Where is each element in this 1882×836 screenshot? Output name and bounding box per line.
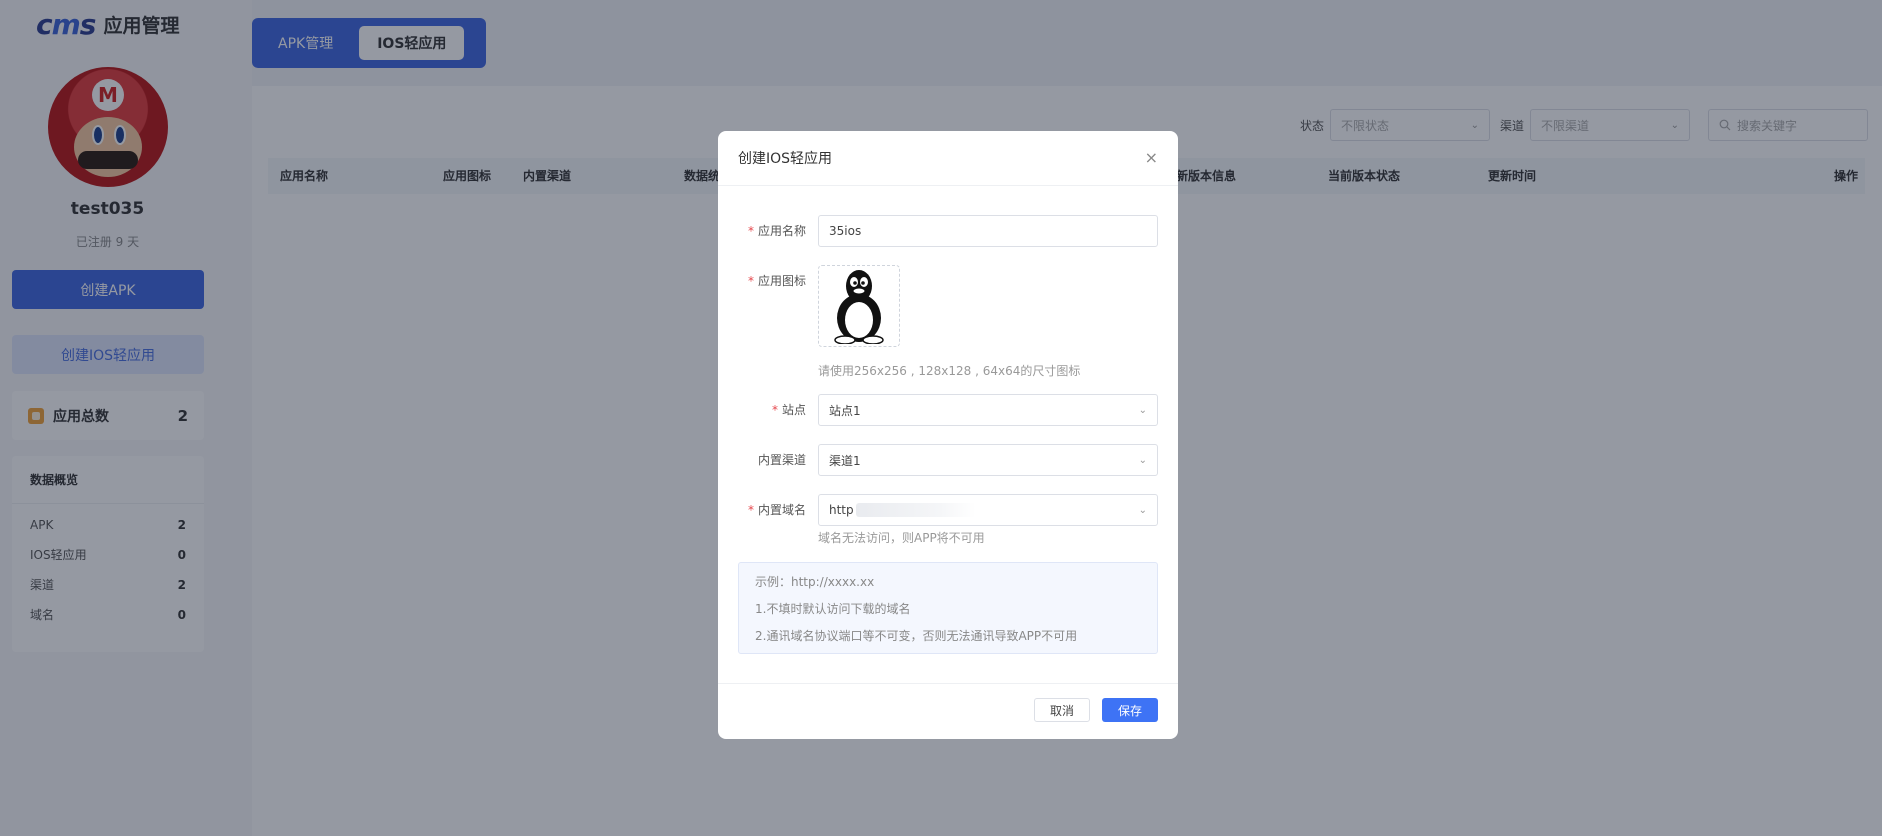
- domain-select[interactable]: http ⌄: [818, 494, 1158, 526]
- close-icon[interactable]: ×: [1145, 150, 1158, 166]
- site-value: 站点1: [829, 403, 861, 418]
- save-button[interactable]: 保存: [1102, 698, 1158, 722]
- notice-line: 示例：http://xxxx.xx: [755, 575, 875, 589]
- site-select[interactable]: 站点1 ⌄: [818, 394, 1158, 426]
- app-icon-label: * 应用图标: [747, 274, 806, 288]
- domain-value: http: [829, 502, 854, 517]
- penguin-icon: [834, 270, 884, 344]
- domain-label: * 内置域名: [747, 503, 806, 517]
- domain-hint: 域名无法访问，则APP将不可用: [818, 531, 985, 545]
- chevron-down-icon: ⌄: [1138, 404, 1147, 416]
- modal-title: 创建IOS轻应用: [738, 151, 833, 167]
- domain-value-wrap: http: [829, 503, 976, 518]
- notice-line: 2.通讯域名协议端口等不可变，否则无法通讯导致APP不可用: [755, 629, 1078, 643]
- chevron-down-icon: ⌄: [1138, 504, 1147, 516]
- domain-blur: [855, 503, 976, 518]
- modal-footer: 取消 保存: [718, 683, 1178, 739]
- domain-notice: 示例：http://xxxx.xx 1.不填时默认访问下载的域名 2.通讯域名协…: [738, 562, 1158, 654]
- channel-value: 渠道1: [829, 453, 861, 468]
- create-ios-modal: 创建IOS轻应用 × * 应用名称 35ios * 应用图标 请使用256x25…: [718, 131, 1178, 739]
- modal-header: 创建IOS轻应用 ×: [718, 131, 1178, 186]
- chevron-down-icon: ⌄: [1138, 454, 1147, 466]
- notice-line: 1.不填时默认访问下载的域名: [755, 602, 911, 616]
- app-name-label: * 应用名称: [747, 224, 806, 238]
- channel-select[interactable]: 渠道1 ⌄: [818, 444, 1158, 476]
- icon-size-hint: 请使用256x256 , 128x128 , 64x64的尺寸图标: [818, 364, 1081, 378]
- app-name-value: 35ios: [829, 224, 862, 238]
- site-label: * 站点: [771, 403, 806, 417]
- app-name-input[interactable]: 35ios: [818, 215, 1158, 247]
- channel-label: 内置渠道: [757, 453, 806, 467]
- icon-upload[interactable]: [818, 265, 900, 347]
- cancel-button[interactable]: 取消: [1034, 698, 1090, 722]
